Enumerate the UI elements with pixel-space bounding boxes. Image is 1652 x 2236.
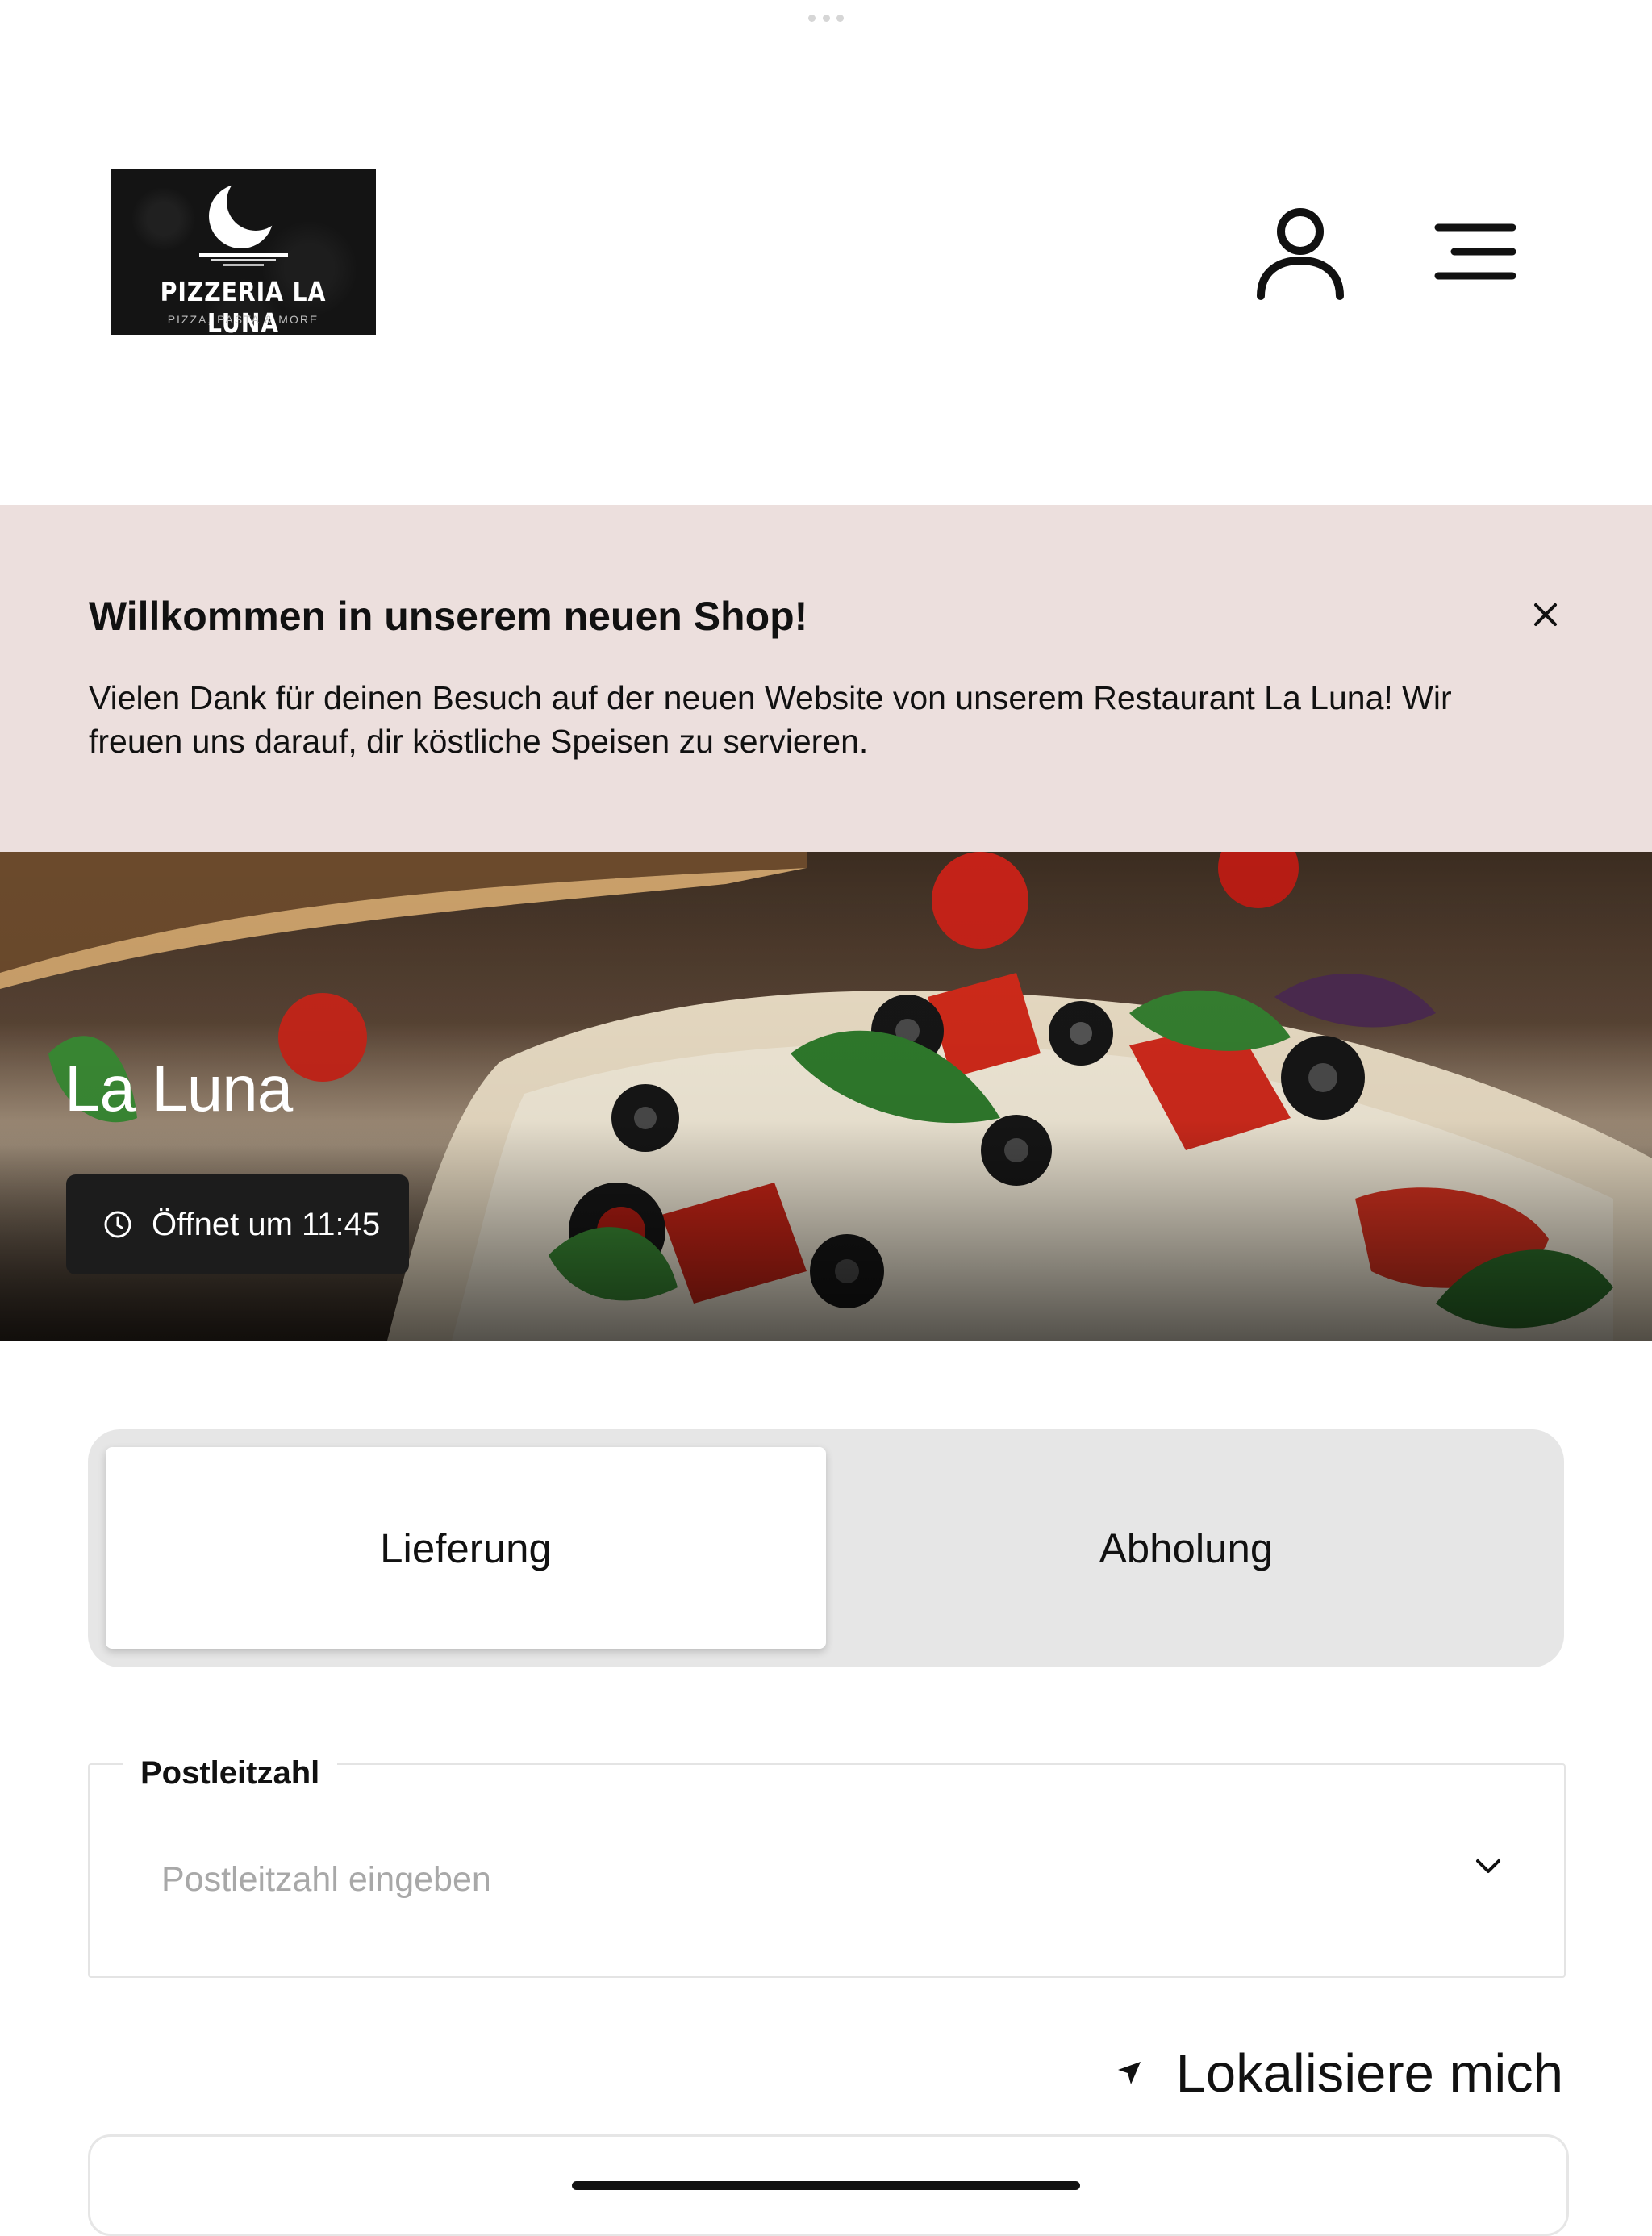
multitasking-dots[interactable]	[808, 15, 844, 23]
postal-code-label: Postleitzahl	[123, 1755, 338, 1792]
user-icon	[1257, 208, 1344, 300]
logo-subtitle: PIZZA, PASTA & MORE	[167, 313, 319, 326]
banner-title: Willkommen in unserem neuen Shop!	[89, 594, 808, 639]
postal-code-input[interactable]	[161, 1855, 1420, 1904]
banner-close-button[interactable]	[1528, 597, 1563, 632]
locate-me-button[interactable]: Lokalisiere mich	[1105, 2041, 1563, 2105]
location-arrow-icon	[1117, 2062, 1141, 2084]
tab-delivery-label: Lieferung	[380, 1525, 552, 1571]
restaurant-name: La Luna	[65, 1053, 293, 1124]
opening-status-text: Öffnet um 11:45	[152, 1206, 381, 1242]
restaurant-logo[interactable]: PIZZERIA LA LUNA PIZZA, PASTA & MORE	[111, 169, 376, 335]
close-icon	[1534, 603, 1557, 626]
tab-delivery[interactable]: Lieferung	[106, 1447, 826, 1649]
menu-icon	[1434, 223, 1516, 280]
opening-status-badge: Öffnet um 11:45	[66, 1174, 409, 1274]
clock-icon	[104, 1211, 131, 1238]
user-account-button[interactable]	[1254, 206, 1346, 302]
postal-code-dropdown-button[interactable]	[1470, 1847, 1507, 1884]
tab-pickup[interactable]: Abholung	[826, 1447, 1546, 1649]
chevron-down-icon	[1476, 1859, 1500, 1873]
tab-pickup-label: Abholung	[1099, 1525, 1274, 1571]
hamburger-menu-button[interactable]	[1432, 218, 1521, 282]
home-indicator[interactable]	[572, 2181, 1080, 2190]
locate-me-label: Lokalisiere mich	[1175, 2042, 1563, 2104]
logo-title: PIZZERIA LA LUNA	[160, 276, 327, 335]
banner-message: Vielen Dank für deinen Besuch auf der ne…	[89, 679, 1452, 760]
